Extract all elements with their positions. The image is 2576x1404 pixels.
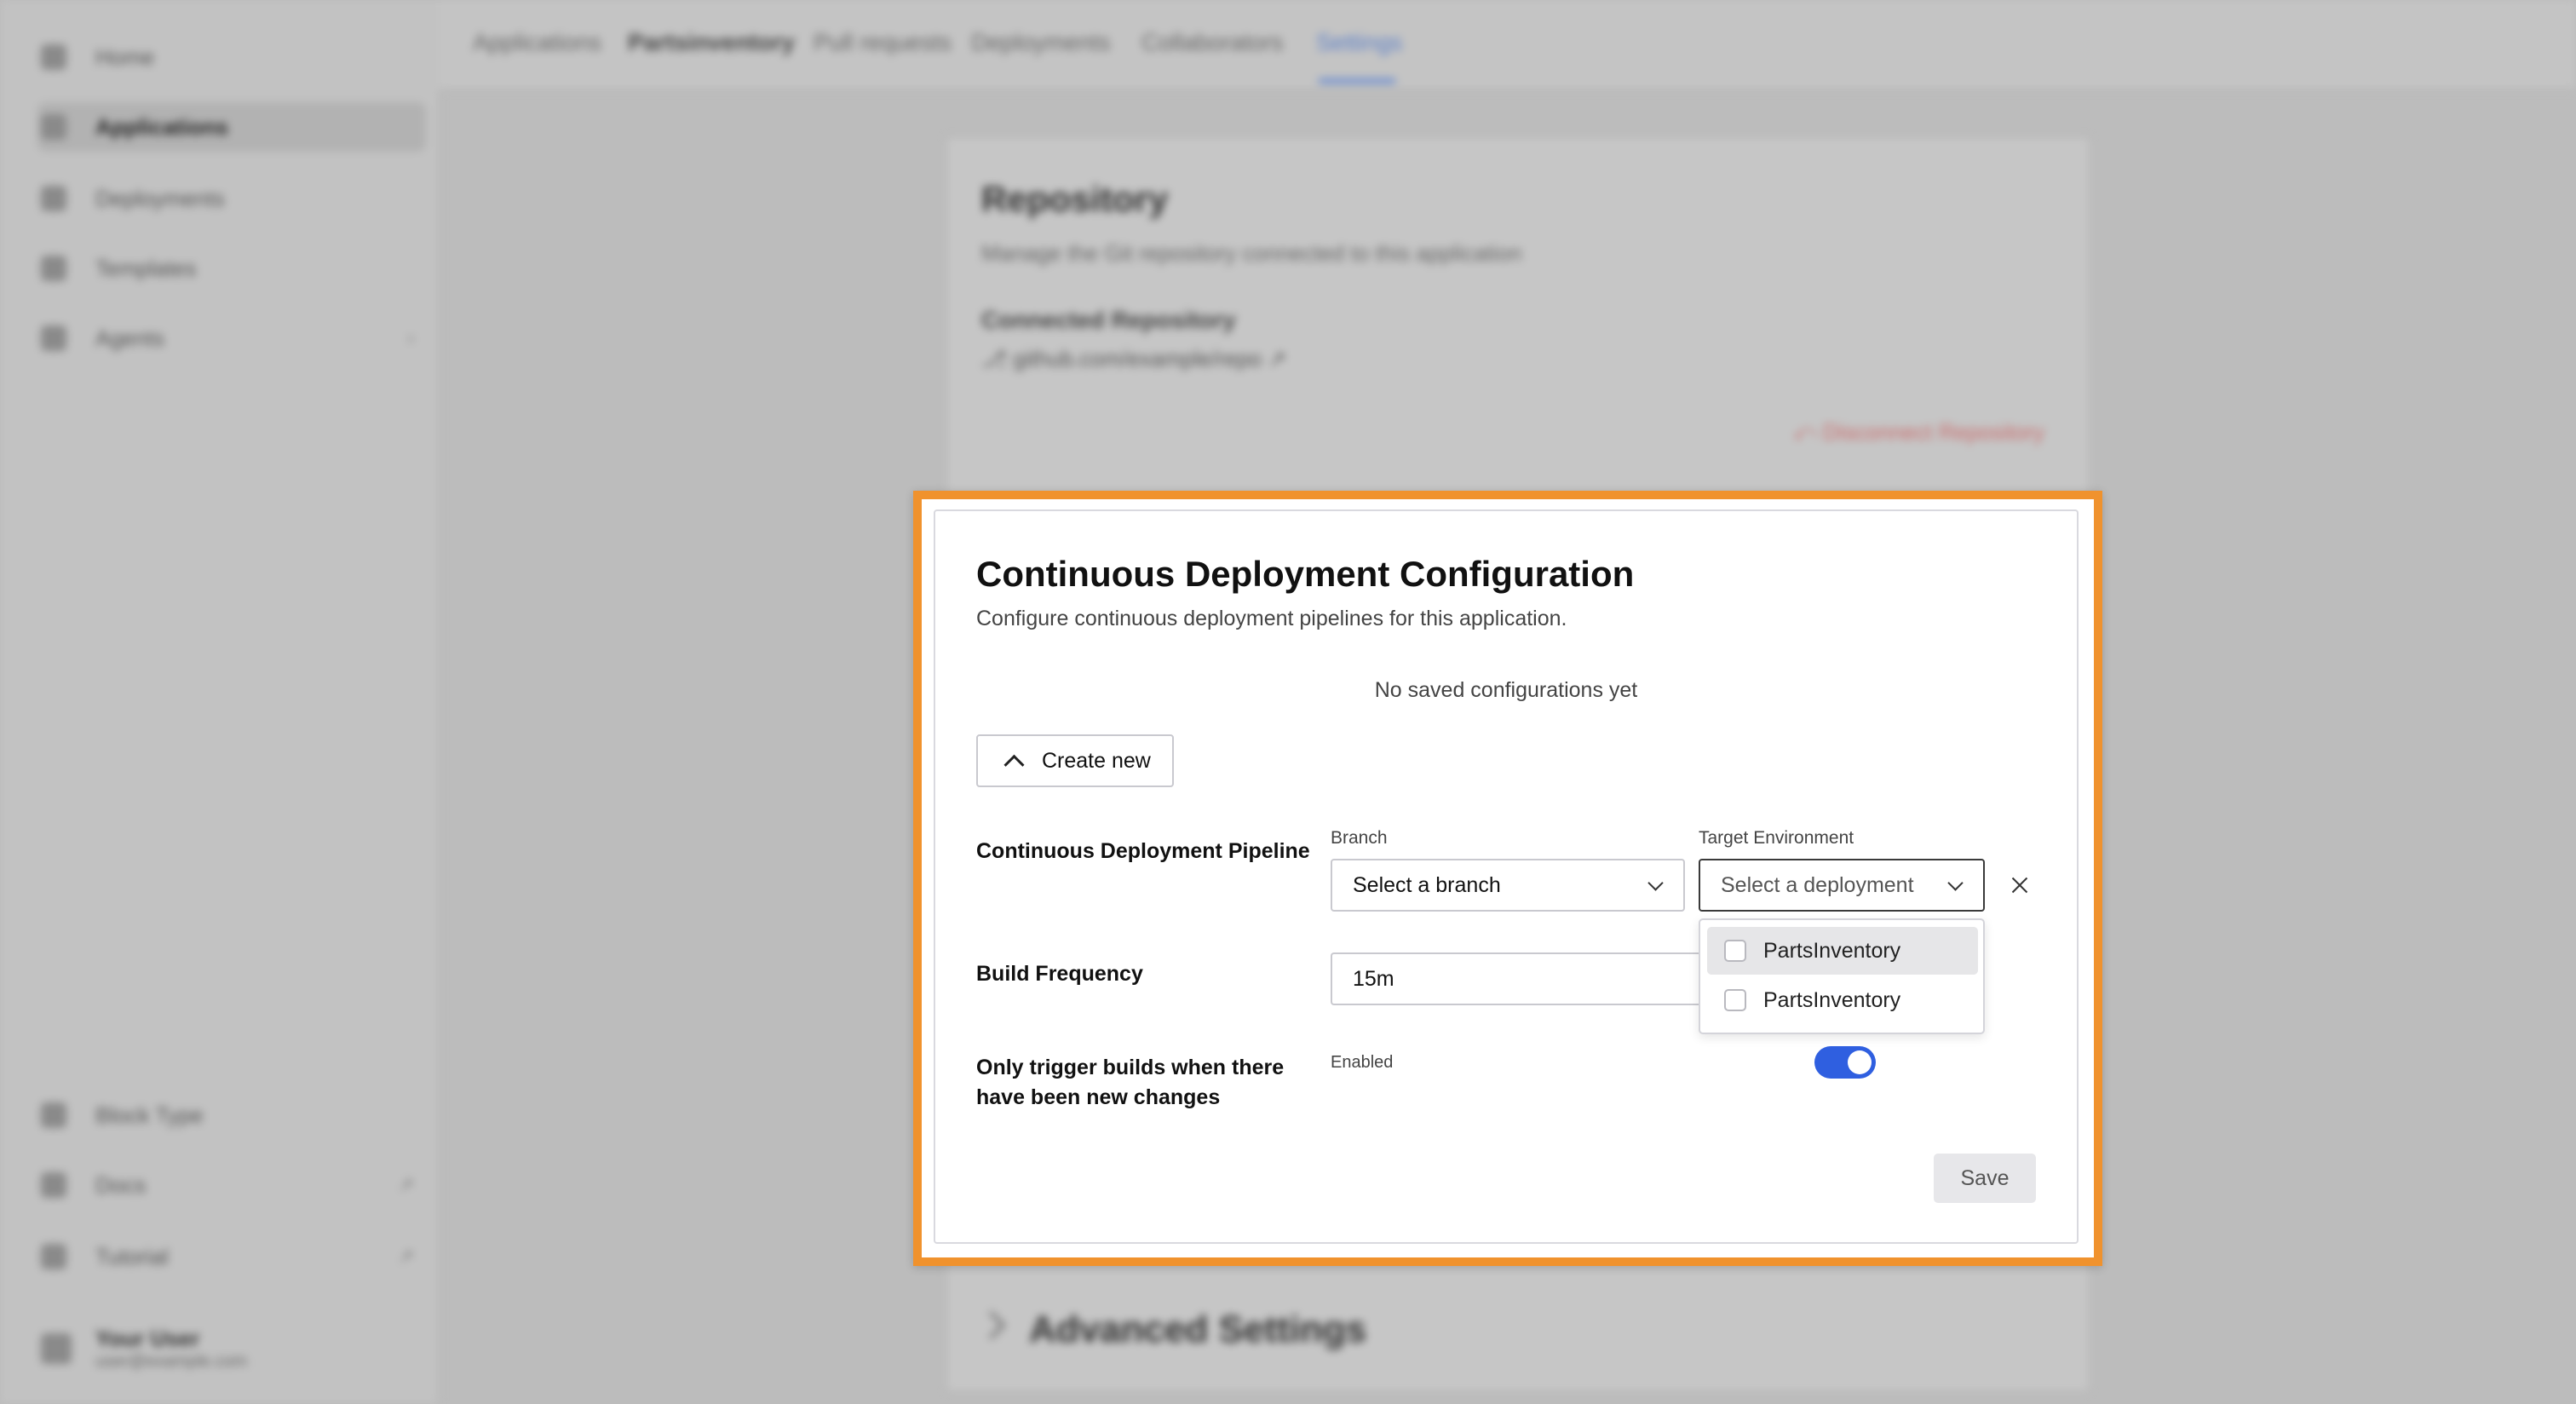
sidebar-item-label: Deployments	[95, 185, 225, 211]
tab-bar: Applications Partsinventory Pull request…	[439, 0, 2576, 90]
agent-icon	[41, 325, 66, 351]
option-label: PartsInventory	[1763, 987, 1901, 1012]
sidebar-item-label: Block Type	[95, 1102, 204, 1128]
tab-applications[interactable]: Applications	[473, 29, 601, 56]
branch-select[interactable]: Select a branch	[1331, 859, 1685, 912]
active-tab-indicator	[1319, 78, 1395, 83]
repository-title: Repository	[981, 179, 1169, 219]
sidebar-item-applications[interactable]: Applications	[37, 102, 426, 152]
advanced-settings-header[interactable]: Advanced Settings	[1029, 1309, 1366, 1351]
chevron-right-icon	[977, 1311, 1005, 1339]
create-new-button[interactable]: Create new	[976, 734, 1174, 787]
sidebar-item-label: Templates	[95, 255, 197, 281]
apps-icon	[41, 114, 66, 140]
tab-collaborators[interactable]: Collaborators	[1141, 29, 1284, 56]
enabled-label: Enabled	[1331, 1053, 1394, 1072]
rocket-icon	[41, 186, 66, 211]
target-environment-select[interactable]: Select a deployment	[1699, 859, 1985, 912]
user-menu[interactable]: Your User user@example.com	[37, 1319, 426, 1378]
checkbox[interactable]	[1724, 989, 1746, 1011]
tutorial-icon	[41, 1244, 66, 1269]
template-icon	[41, 256, 66, 281]
save-button[interactable]: Save	[1934, 1154, 2036, 1203]
pipeline-label: Continuous Deployment Pipeline	[976, 839, 1310, 863]
build-frequency-label: Build Frequency	[976, 962, 1143, 986]
build-frequency-value: 15m	[1353, 966, 1394, 991]
sidebar-item-deployments[interactable]: Deployments	[37, 174, 426, 223]
disconnect-repo-button[interactable]: ⤺ Disconnect Repository	[1793, 419, 2044, 446]
build-frequency-input[interactable]: 15m	[1331, 952, 1714, 1005]
tab-pull-requests[interactable]: Pull requests	[814, 29, 952, 56]
target-environment-label: Target Environment	[1699, 828, 1854, 848]
sidebar-item-label: Agents	[95, 325, 164, 351]
avatar	[41, 1333, 72, 1364]
tab-settings[interactable]: Settings	[1316, 29, 1402, 56]
external-link-icon: ↗	[398, 1174, 414, 1195]
save-label: Save	[1960, 1165, 2010, 1190]
branch-label: Branch	[1331, 828, 1388, 848]
dialog-description: Configure continuous deployment pipeline…	[976, 607, 1567, 630]
trigger-on-changes-label: Only trigger builds when there have been…	[976, 1056, 1285, 1109]
user-email: user@example.com	[95, 1352, 248, 1371]
dropdown-option[interactable]: PartsInventory	[1707, 976, 1978, 1024]
sidebar-item-label: Docs	[95, 1171, 147, 1198]
sidebar-item-tutorial[interactable]: Tutorial ↗	[37, 1232, 426, 1281]
sidebar-item-block-type[interactable]: Block Type	[37, 1090, 426, 1140]
dialog-title: Continuous Deployment Configuration	[976, 554, 1635, 594]
sidebar-item-label: Applications	[95, 113, 229, 140]
sidebar-item-home[interactable]: Home	[37, 32, 426, 82]
sidebar-item-label: Home	[95, 43, 155, 70]
user-name: Your User	[95, 1326, 200, 1351]
chevron-right-icon: ›	[407, 327, 414, 348]
block-icon	[41, 1102, 66, 1128]
connected-repo-label: Connected Repository	[981, 307, 1236, 333]
chevron-down-icon	[1947, 875, 1964, 891]
toggle-knob	[1848, 1050, 1872, 1074]
tab-deployments[interactable]: Deployments	[971, 29, 1110, 56]
branch-select-value: Select a branch	[1353, 872, 1501, 897]
option-label: PartsInventory	[1763, 938, 1901, 963]
sidebar-item-label: Tutorial	[95, 1243, 169, 1269]
remove-pipeline-icon[interactable]	[2005, 871, 2034, 900]
empty-state-text: No saved configurations yet	[1374, 678, 1638, 702]
create-new-label: Create new	[1042, 748, 1151, 773]
home-icon	[41, 44, 66, 70]
repository-subtitle: Manage the Git repository connected to t…	[981, 240, 1522, 266]
sidebar-item-templates[interactable]: Templates	[37, 244, 426, 293]
cd-config-dialog: Continuous Deployment Configuration Conf…	[934, 509, 2079, 1244]
tab-partsinventory[interactable]: Partsinventory	[628, 29, 795, 56]
trigger-on-changes-toggle[interactable]	[1814, 1046, 1876, 1079]
checkbox[interactable]	[1724, 940, 1746, 962]
chevron-up-icon	[1003, 754, 1025, 775]
target-select-value: Select a deployment	[1721, 872, 1914, 897]
connected-repo-value[interactable]: ⎇ github.com/example/repo ↗	[981, 346, 1286, 372]
docs-icon	[41, 1172, 66, 1198]
external-link-icon: ↗	[398, 1246, 414, 1267]
chevron-down-icon	[1647, 875, 1664, 891]
deployment-dropdown-menu: PartsInventory PartsInventory	[1699, 918, 1985, 1034]
sidebar-item-agents[interactable]: Agents ›	[37, 314, 426, 363]
sidebar: Home Applications Deployments Templates …	[0, 0, 440, 1404]
sidebar-item-docs[interactable]: Docs ↗	[37, 1160, 426, 1210]
dropdown-option[interactable]: PartsInventory	[1707, 927, 1978, 975]
